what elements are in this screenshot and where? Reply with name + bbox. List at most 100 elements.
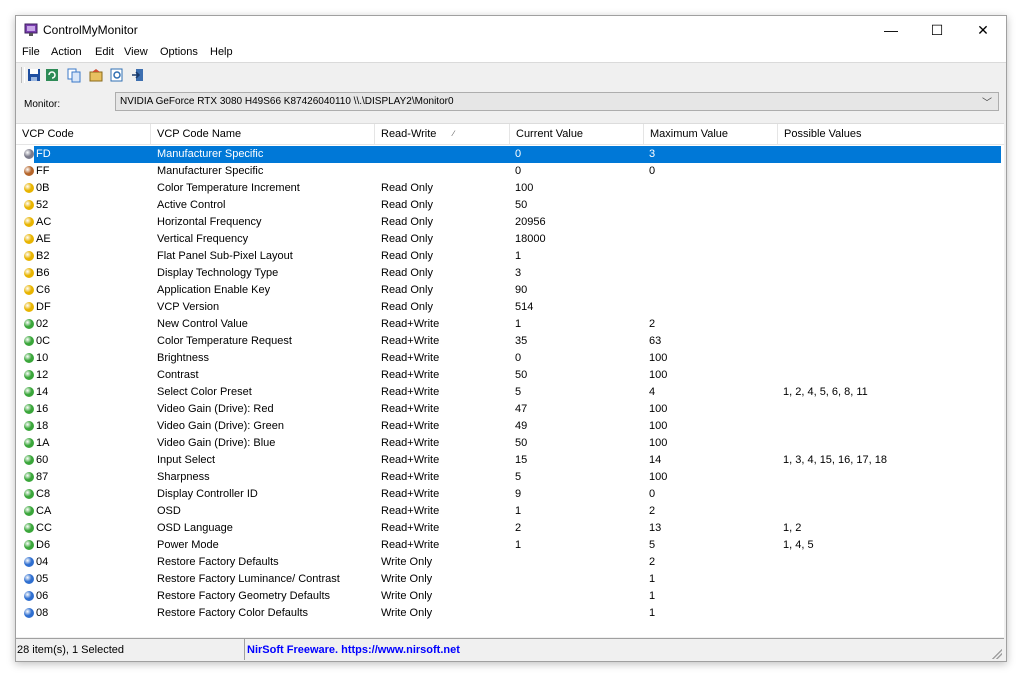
cell-rw: Read+Write <box>381 403 440 415</box>
maximize-button[interactable]: ☐ <box>914 16 960 44</box>
column-header-vcp-code[interactable]: VCP Code <box>16 124 151 144</box>
refresh-icon[interactable] <box>44 67 60 83</box>
table-row[interactable]: CA OSD Read+Write 1 2 <box>16 503 1004 520</box>
table-row[interactable]: 10 Brightness Read+Write 0 100 <box>16 350 1004 367</box>
cell-cur: 90 <box>515 284 528 296</box>
table-row[interactable]: 1A Video Gain (Drive): Blue Read+Write 50 10… <box>16 435 1004 452</box>
table-row[interactable]: 04 Restore Factory Defaults Write Only 2 <box>16 554 1004 571</box>
find-icon[interactable] <box>109 67 125 83</box>
table-row[interactable]: C6 Application Enable Key Read Only 90 <box>16 282 1004 299</box>
cell-max: 14 <box>649 454 662 466</box>
cell-rw: Read Only <box>381 250 433 262</box>
cell-cur: 5 <box>515 471 522 483</box>
table-row[interactable]: 16 Video Gain (Drive): Red Read+Write 47 100 <box>16 401 1004 418</box>
cell-max: 100 <box>649 403 668 415</box>
cell-max: 5 <box>649 539 656 551</box>
cell-name: Flat Panel Sub-Pixel Layout <box>157 250 293 262</box>
cell-cur: 20956 <box>515 216 546 228</box>
cell-name: Input Select <box>157 454 216 466</box>
table-row[interactable]: C8 Display Controller ID Read+Write 9 0 <box>16 486 1004 503</box>
cell-max: 100 <box>649 420 668 432</box>
cell-code: 18 <box>36 420 49 432</box>
save-icon[interactable] <box>26 67 42 83</box>
cell-name: Horizontal Frequency <box>157 216 262 228</box>
menu-edit[interactable]: Edit <box>95 46 114 58</box>
cell-cur: 9 <box>515 488 522 500</box>
table-row[interactable]: 0B Color Temperature Increment Read Only 10… <box>16 180 1004 197</box>
cell-possible: 1, 2, 4, 5, 6, 8, 11 <box>783 386 868 398</box>
menu-file[interactable]: File <box>22 46 40 58</box>
menu-view[interactable]: View <box>124 46 148 58</box>
table-row[interactable]: 02 New Control Value Read+Write 1 2 <box>16 316 1004 333</box>
column-header-read-write[interactable]: Read-Write ∕ <box>375 124 510 144</box>
cell-max: 4 <box>649 386 656 398</box>
table-row[interactable]: DF VCP Version Read Only 514 <box>16 299 1004 316</box>
column-header-vcp-code-name[interactable]: VCP Code Name <box>151 124 375 144</box>
minimize-button[interactable]: — <box>868 16 914 44</box>
table-row[interactable]: AC Horizontal Frequency Read Only 20956 <box>16 214 1004 231</box>
status-item-count: 28 item(s), 1 Selected <box>17 644 124 656</box>
app-icon <box>24 23 38 36</box>
cell-code: CC <box>36 522 52 534</box>
table-row[interactable]: B6 Display Technology Type Read Only 3 <box>16 265 1004 282</box>
column-header-current-value[interactable]: Current Value <box>510 124 644 144</box>
cell-name: Vertical Frequency <box>157 233 249 245</box>
table-row[interactable]: 18 Video Gain (Drive): Green Read+Write 49 1… <box>16 418 1004 435</box>
copy-icon[interactable] <box>66 67 82 83</box>
status-blue-icon <box>24 557 34 567</box>
table-row[interactable]: 08 Restore Factory Color Defaults Write On… <box>16 605 1004 622</box>
cell-rw: Write Only <box>381 590 433 602</box>
table-row[interactable]: CC OSD Language Read+Write 2 13 1, 2 <box>16 520 1004 537</box>
cell-max: 2 <box>649 556 656 568</box>
cell-name: Manufacturer Specific <box>157 165 264 177</box>
status-yellow-icon <box>24 285 34 295</box>
cell-cur: 15 <box>515 454 528 466</box>
cell-name: Sharpness <box>157 471 210 483</box>
title-bar[interactable]: ControlMyMonitor — ☐ ✕ <box>16 16 1006 44</box>
table-row[interactable]: FF Manufacturer Specific 0 0 <box>16 163 1004 180</box>
table-row[interactable]: 06 Restore Factory Geometry Defaults Write… <box>16 588 1004 605</box>
status-blue-icon <box>24 591 34 601</box>
cell-name: Color Temperature Request <box>157 335 292 347</box>
cell-code: AE <box>36 233 51 245</box>
cell-rw: Read+Write <box>381 505 440 517</box>
cell-cur: 0 <box>515 148 522 160</box>
table-row[interactable]: 60 Input Select Read+Write 15 14 1, 3, 4, 15,… <box>16 452 1004 469</box>
resize-grip[interactable] <box>992 649 1002 659</box>
menu-help[interactable]: Help <box>210 46 233 58</box>
close-button[interactable]: ✕ <box>960 16 1006 44</box>
status-gray-icon <box>24 149 34 159</box>
column-header-possible-values[interactable]: Possible Values <box>778 124 1004 144</box>
menu-options[interactable]: Options <box>160 46 198 58</box>
table-row[interactable]: 14 Select Color Preset Read+Write 5 4 1, 2, 4… <box>16 384 1004 401</box>
cell-possible: 1, 3, 4, 15, 16, 17, 18 <box>783 454 887 466</box>
status-yellow-icon <box>24 302 34 312</box>
cell-code: DF <box>36 301 51 313</box>
table-row[interactable]: B2 Flat Panel Sub-Pixel Layout Read Only 1 <box>16 248 1004 265</box>
nirsoft-link[interactable]: NirSoft Freeware. https://www.nirsoft.ne… <box>247 644 460 656</box>
cell-max: 63 <box>649 335 662 347</box>
cell-max: 0 <box>649 488 656 500</box>
cell-code: D6 <box>36 539 51 551</box>
column-header-maximum-value[interactable]: Maximum Value <box>644 124 778 144</box>
table-row[interactable]: 12 Contrast Read+Write 50 100 <box>16 367 1004 384</box>
table-row[interactable]: 05 Restore Factory Luminance/ Contrast Wri… <box>16 571 1004 588</box>
table-row[interactable]: 87 Sharpness Read+Write 5 100 <box>16 469 1004 486</box>
cell-cur: 1 <box>515 505 522 517</box>
exit-icon[interactable] <box>130 67 146 83</box>
monitor-dropdown[interactable]: NVIDIA GeForce RTX 3080 H49S66 K87426040… <box>115 92 999 111</box>
menu-action[interactable]: Action <box>51 46 82 58</box>
table-row[interactable]: 52 Active Control Read Only 50 <box>16 197 1004 214</box>
cell-name: Brightness <box>157 352 209 364</box>
properties-icon[interactable] <box>88 67 104 83</box>
cell-rw: Read+Write <box>381 386 440 398</box>
table-row[interactable]: D6 Power Mode Read+Write 1 5 1, 4, 5 <box>16 537 1004 554</box>
cell-rw: Read Only <box>381 182 433 194</box>
table-row[interactable]: 0C Color Temperature Request Read+Write 35 6… <box>16 333 1004 350</box>
table-row[interactable]: FD Manufacturer Specific 0 3 <box>16 146 1004 163</box>
cell-code: AC <box>36 216 52 228</box>
vcp-list[interactable]: VCP Code VCP Code Name Read-Write ∕ Curr… <box>16 123 1004 637</box>
status-green-icon <box>24 438 34 448</box>
cell-code: 10 <box>36 352 49 364</box>
table-row[interactable]: AE Vertical Frequency Read Only 18000 <box>16 231 1004 248</box>
